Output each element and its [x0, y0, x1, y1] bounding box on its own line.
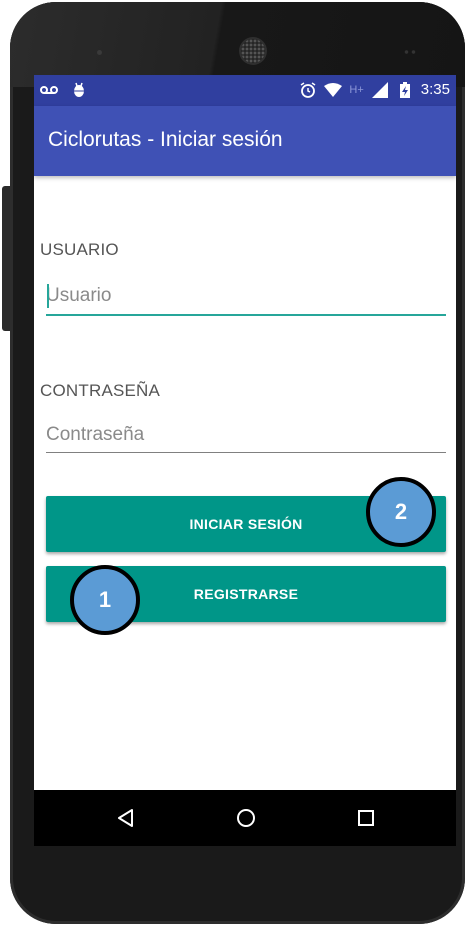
battery-charging-icon: [396, 81, 414, 99]
back-icon[interactable]: [110, 802, 142, 834]
user-input[interactable]: [46, 277, 444, 315]
home-icon[interactable]: [230, 802, 262, 834]
password-label: CONTRASEÑA: [40, 381, 161, 400]
text-cursor: [47, 284, 49, 308]
android-debug-icon: [70, 81, 88, 99]
password-input-underline: [46, 452, 446, 453]
signal-icon: [371, 81, 389, 99]
network-type: H+: [349, 84, 364, 96]
password-input[interactable]: [46, 416, 444, 454]
navigation-bar: [34, 790, 456, 846]
front-sensors: [403, 50, 417, 54]
alarm-icon: [299, 81, 317, 99]
wifi-icon: [324, 81, 343, 99]
callout-2: 2: [366, 477, 436, 547]
phone-screen: H+ 3:35 Ciclorutas - Iniciar sesión USUA…: [34, 75, 456, 846]
earpiece-speaker: [241, 39, 265, 63]
recents-icon[interactable]: [350, 802, 382, 834]
status-time: 3:35: [420, 81, 450, 98]
callout-1: 1: [70, 565, 140, 635]
app-bar: Ciclorutas - Iniciar sesión: [34, 106, 456, 176]
user-input-underline: [46, 314, 446, 316]
page-title: Ciclorutas - Iniciar sesión: [48, 128, 283, 151]
user-label: USUARIO: [40, 240, 119, 259]
voicemail-icon: [40, 81, 58, 99]
volume-button: [2, 186, 10, 331]
status-bar: H+ 3:35: [34, 75, 456, 106]
proximity-sensor: [97, 50, 102, 55]
